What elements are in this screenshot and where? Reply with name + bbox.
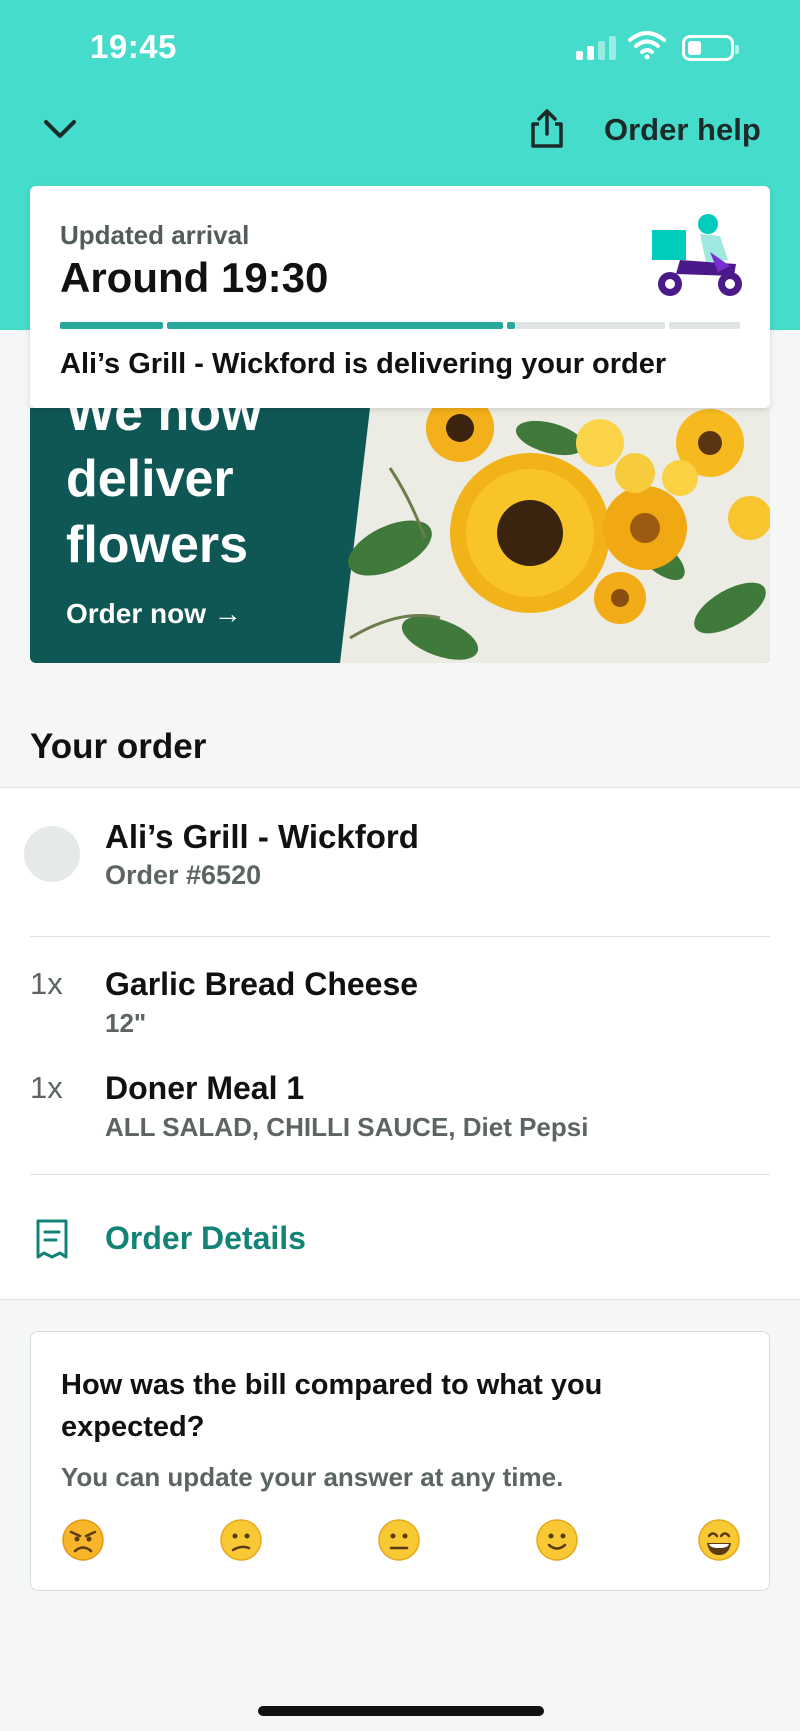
banner-headline-line: flowers xyxy=(66,516,249,574)
home-indicator[interactable] xyxy=(258,1706,544,1716)
grinning-face-icon[interactable] xyxy=(697,1518,741,1562)
item-quantity: 1x xyxy=(30,966,63,1001)
angry-face-icon[interactable] xyxy=(61,1518,105,1562)
cellular-signal-icon xyxy=(576,36,616,60)
item-options: 12" xyxy=(105,1008,147,1038)
order-number: Order #6520 xyxy=(105,860,262,890)
confused-face-icon[interactable] xyxy=(219,1518,263,1562)
chevron-down-icon[interactable] xyxy=(40,112,80,148)
battery-icon xyxy=(682,35,739,61)
restaurant-name: Ali’s Grill - Wickford xyxy=(105,818,419,855)
delivery-status-text: Ali’s Grill - Wickford is delivering you… xyxy=(60,348,667,380)
item-quantity: 1x xyxy=(30,1070,63,1105)
bill-feedback-card: How was the bill compared to what you ex… xyxy=(30,1331,770,1591)
order-details-link[interactable]: Order Details xyxy=(105,1220,306,1257)
status-bar: 19:45 xyxy=(0,0,800,95)
status-time: 19:45 xyxy=(90,28,177,65)
feedback-question: How was the bill compared to what you ex… xyxy=(61,1369,603,1443)
sunflowers-image xyxy=(340,408,770,663)
share-icon[interactable] xyxy=(526,108,568,150)
restaurant-avatar xyxy=(24,826,80,882)
divider xyxy=(30,1174,770,1175)
divider xyxy=(30,936,770,937)
feedback-subtext: You can update your answer at any time. xyxy=(61,1462,564,1492)
arrival-time: Around 19:30 xyxy=(60,254,329,301)
flowers-promo-banner[interactable]: We now deliver flowers Order now → xyxy=(30,408,770,663)
item-name: Garlic Bread Cheese xyxy=(105,966,419,1002)
arrival-label: Updated arrival xyxy=(60,220,250,250)
banner-headline: We now deliver flowers xyxy=(66,408,366,578)
arrival-card: Updated arrival Around 19:30 Ali’s Grill… xyxy=(30,186,770,408)
item-options: ALL SALAD, CHILLI SAUCE, Diet Pepsi xyxy=(105,1112,589,1142)
order-summary-card: Ali’s Grill - Wickford Order #6520 1x Ga… xyxy=(0,787,800,1300)
order-now-link[interactable]: Order now → xyxy=(66,598,242,630)
item-name: Doner Meal 1 xyxy=(105,1070,305,1106)
slightly-smiling-face-icon[interactable] xyxy=(535,1518,579,1562)
banner-headline-line: We now xyxy=(66,408,262,442)
delivery-rider-icon xyxy=(652,214,742,296)
neutral-face-icon[interactable] xyxy=(377,1518,421,1562)
order-help-button[interactable]: Order help xyxy=(604,112,761,148)
your-order-heading: Your order xyxy=(30,727,207,766)
receipt-icon[interactable] xyxy=(34,1218,70,1260)
delivery-progress-bar xyxy=(60,322,740,329)
wifi-icon xyxy=(628,31,666,60)
feedback-rating-options xyxy=(61,1518,741,1564)
banner-headline-line: deliver xyxy=(66,450,234,508)
